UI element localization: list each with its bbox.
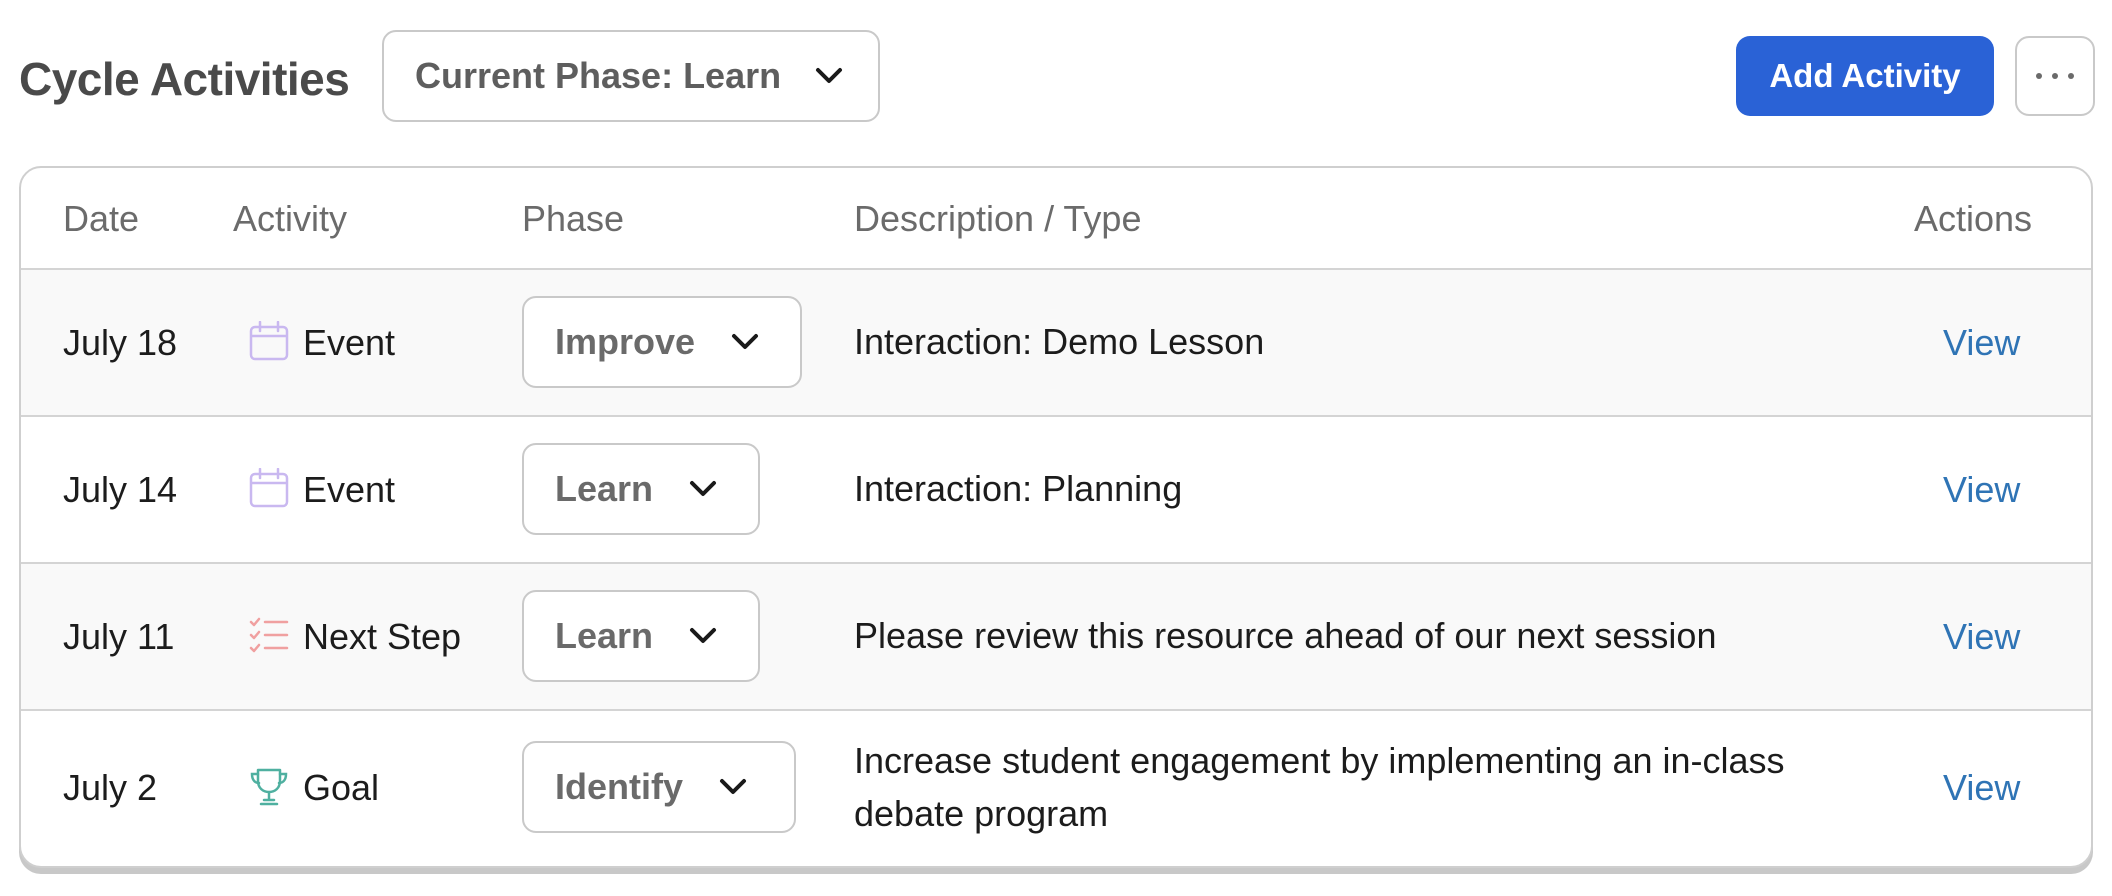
column-header-date: Date [63,198,140,239]
current-phase-dropdown[interactable]: Current Phase: Learn [382,30,880,122]
row-activity: Event [303,469,396,510]
more-options-button[interactable] [2015,36,2095,116]
view-link[interactable]: View [1943,322,2020,364]
row-description: Interaction: Planning [854,468,1183,509]
column-header-activity: Activity [233,198,348,239]
view-link[interactable]: View [1943,767,2020,809]
row-phase-label: Identify [555,766,684,807]
calendar-icon [249,321,289,361]
row-phase-dropdown[interactable]: Identify [522,741,796,833]
row-date: July 2 [63,767,158,808]
trophy-icon [250,768,288,806]
chevron-down-icon [690,628,717,643]
ellipsis-icon [2036,73,2074,79]
row-phase-dropdown[interactable]: Learn [522,590,760,682]
checklist-icon [249,617,289,653]
table-row: July 14 Event Learn Interaction: Plannin… [21,417,2091,564]
table-row: July 18 Event Improve Interaction: Demo … [21,270,2091,417]
row-description: Interaction: Demo Lesson [854,321,1265,362]
row-description: Please review this resource ahead of our… [854,615,1717,656]
chevron-down-icon [690,481,717,496]
row-activity: Next Step [303,616,462,657]
row-phase-label: Learn [555,615,654,656]
row-phase-dropdown[interactable]: Learn [522,443,760,535]
chevron-down-icon [720,779,747,794]
page-title: Cycle Activities [19,53,350,105]
row-date: July 14 [63,469,178,510]
calendar-icon [249,468,289,508]
row-phase-label: Improve [555,321,696,362]
view-link[interactable]: View [1943,616,2020,658]
column-header-actions: Actions [1914,198,2033,239]
table-row: July 2 Goal Identify Increase student en… [21,711,2091,866]
row-activity: Goal [303,767,380,808]
current-phase-label: Current Phase: Learn [415,55,782,96]
column-header-phase: Phase [522,198,625,239]
row-activity: Event [303,322,396,363]
row-description: Increase student engagement by implement… [854,740,1785,834]
table-row: July 11 Next Step Learn Please review th… [21,564,2091,711]
row-date: July 18 [63,322,178,363]
row-phase-dropdown[interactable]: Improve [522,296,802,388]
row-phase-label: Learn [555,468,654,509]
chevron-down-icon [816,68,843,83]
header: Cycle Activities Current Phase: Learn Ad… [0,0,2112,160]
column-header-description: Description / Type [854,198,1142,239]
add-activity-button[interactable]: Add Activity [1736,36,1994,116]
table-header: Date Activity Phase Description / Type A… [21,168,2091,270]
view-link[interactable]: View [1943,469,2020,511]
cycle-activities-page: Cycle Activities Current Phase: Learn Ad… [0,0,2112,896]
chevron-down-icon [732,334,759,349]
row-date: July 11 [63,616,175,657]
activities-table: Date Activity Phase Description / Type A… [19,166,2093,868]
